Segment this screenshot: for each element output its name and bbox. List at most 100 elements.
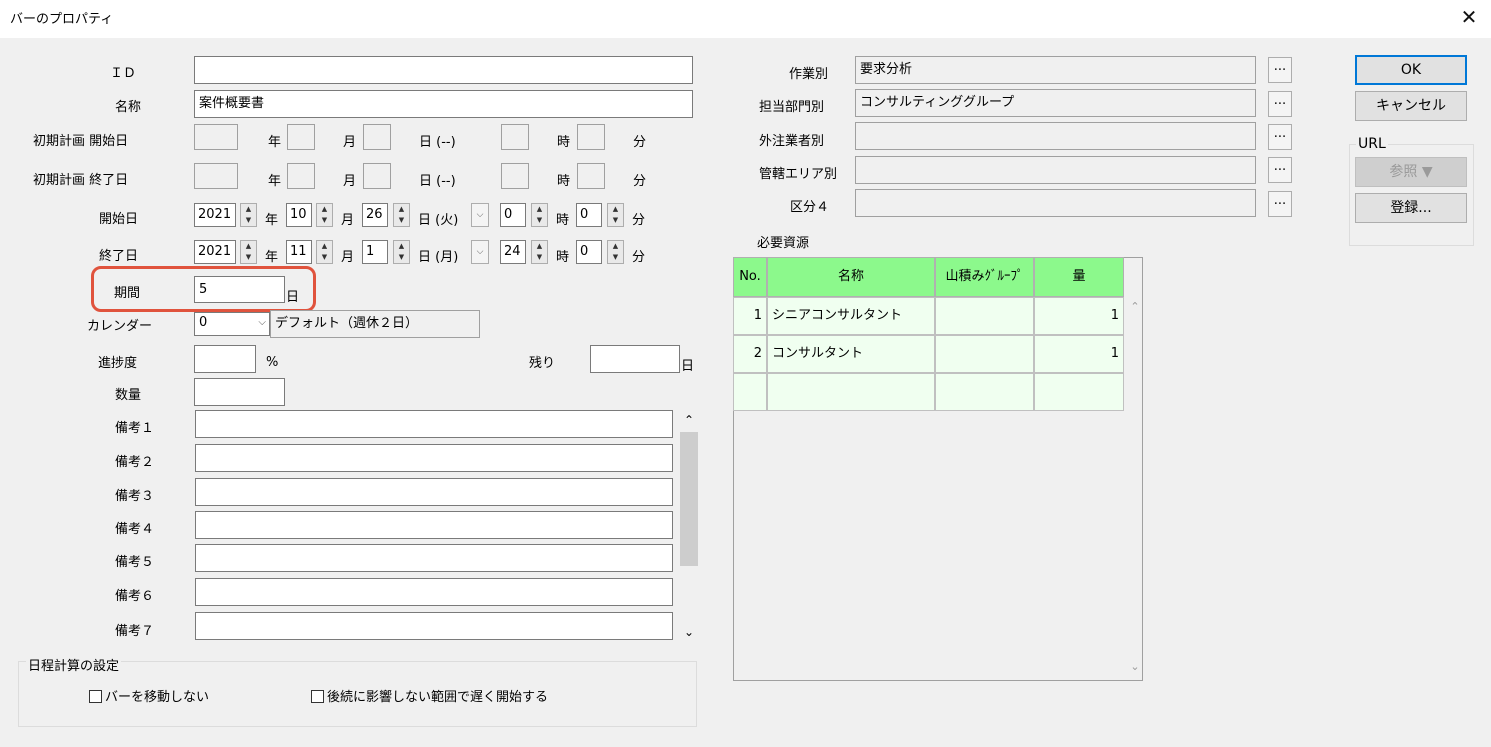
no-move-label: バーを移動しない bbox=[105, 690, 210, 705]
note4-input[interactable] bbox=[195, 511, 673, 539]
end-day-spinner[interactable]: ▲ ▼ bbox=[393, 240, 410, 264]
grid-header-qty[interactable]: 量 bbox=[1034, 257, 1124, 297]
id-field[interactable] bbox=[194, 56, 693, 84]
start-day-input[interactable]: 26 bbox=[362, 203, 388, 227]
end-minute-spinner[interactable]: ▲ ▼ bbox=[607, 240, 624, 264]
minute-unit: 分 bbox=[633, 174, 647, 189]
grid-cell-group[interactable] bbox=[935, 335, 1034, 373]
grid-header-no[interactable]: No. bbox=[733, 257, 767, 297]
start-minute-spinner[interactable]: ▲ ▼ bbox=[607, 203, 624, 227]
id-label: ＩＤ bbox=[110, 66, 137, 81]
grid-cell-group[interactable] bbox=[935, 297, 1034, 335]
end-year-spinner[interactable]: ▲ ▼ bbox=[240, 240, 257, 264]
end-minute-input[interactable]: 0 bbox=[576, 240, 602, 264]
note7-label: 備考７ bbox=[115, 624, 155, 639]
progress-label: 進捗度 bbox=[98, 356, 138, 371]
late-start-checkbox[interactable]: 後続に影響しない範囲で遅く開始する bbox=[311, 686, 548, 705]
vendor-browse-button[interactable]: ... bbox=[1268, 124, 1292, 150]
dept-browse-button[interactable]: ... bbox=[1268, 91, 1292, 117]
end-day-input[interactable]: 1 bbox=[362, 240, 388, 264]
scroll-up-icon[interactable]: ⌃ bbox=[679, 410, 699, 430]
year-unit: 年 bbox=[268, 135, 282, 150]
init-start-hour bbox=[501, 124, 529, 150]
start-year-input[interactable]: 2021 bbox=[194, 203, 236, 227]
remaining-input[interactable] bbox=[590, 345, 680, 373]
note7-input[interactable] bbox=[195, 612, 673, 640]
init-end-month bbox=[287, 163, 315, 189]
url-group-title: URL bbox=[1356, 136, 1388, 152]
cancel-button[interactable]: キャンセル bbox=[1355, 91, 1467, 121]
vendor-field bbox=[855, 122, 1256, 150]
start-year-spinner[interactable]: ▲ ▼ bbox=[240, 203, 257, 227]
month-unit: 月 bbox=[341, 250, 355, 265]
calendar-select[interactable]: 0 ⌵ bbox=[194, 312, 270, 336]
period-input[interactable]: 5 bbox=[194, 276, 285, 303]
month-unit: 月 bbox=[343, 135, 357, 150]
end-hour-input[interactable]: 24 bbox=[500, 240, 526, 264]
browse-button[interactable]: 参照 ▼ bbox=[1355, 157, 1467, 187]
class4-browse-button[interactable]: ... bbox=[1268, 191, 1292, 217]
calendar-label: カレンダー bbox=[87, 319, 153, 334]
late-start-label: 後続に影響しない範囲で遅く開始する bbox=[327, 690, 549, 705]
start-month-spinner[interactable]: ▲ ▼ bbox=[316, 203, 333, 227]
grid-scroll-up-icon[interactable]: ⌃ bbox=[1127, 300, 1143, 314]
start-day-spinner[interactable]: ▲ ▼ bbox=[393, 203, 410, 227]
quantity-input[interactable] bbox=[194, 378, 285, 406]
start-date-picker-button[interactable]: ⌵ bbox=[471, 203, 489, 227]
end-month-spinner[interactable]: ▲ ▼ bbox=[316, 240, 333, 264]
vendor-label: 外注業者別 bbox=[759, 134, 825, 149]
work-type-browse-button[interactable]: ... bbox=[1268, 57, 1292, 83]
note3-input[interactable] bbox=[195, 478, 673, 506]
month-unit: 月 bbox=[343, 174, 357, 189]
hour-unit: 時 bbox=[557, 174, 571, 189]
init-start-day bbox=[363, 124, 391, 150]
grid-header-name[interactable]: 名称 bbox=[767, 257, 935, 297]
grid-cell-no[interactable] bbox=[733, 373, 767, 411]
scroll-thumb[interactable] bbox=[680, 432, 698, 566]
grid-cell-qty[interactable] bbox=[1034, 373, 1124, 411]
note2-input[interactable] bbox=[195, 444, 673, 472]
grid-scroll-down-icon[interactable]: ⌄ bbox=[1127, 660, 1143, 674]
start-hour-spinner[interactable]: ▲ ▼ bbox=[531, 203, 548, 227]
grid-cell-name[interactable]: シニアコンサルタント bbox=[767, 297, 935, 335]
end-month-input[interactable]: 11 bbox=[286, 240, 312, 264]
end-year-input[interactable]: 2021 bbox=[194, 240, 236, 264]
quantity-label: 数量 bbox=[115, 388, 142, 403]
grid-cell-name[interactable]: コンサルタント bbox=[767, 335, 935, 373]
checkbox-icon bbox=[89, 690, 102, 703]
note3-label: 備考３ bbox=[115, 489, 155, 504]
calendar-number: 0 bbox=[199, 315, 208, 330]
close-icon[interactable]: ✕ bbox=[1454, 4, 1484, 30]
grid-header-group[interactable]: 山積みｸﾞﾙｰﾌﾟ bbox=[935, 257, 1034, 297]
day-unit: 日 (--) bbox=[419, 174, 456, 189]
ok-button[interactable]: OK bbox=[1355, 55, 1467, 85]
grid-cell-no[interactable]: 1 bbox=[733, 297, 767, 335]
note1-label: 備考１ bbox=[115, 421, 155, 436]
init-start-minute bbox=[577, 124, 605, 150]
title-bar bbox=[0, 0, 1491, 38]
note5-input[interactable] bbox=[195, 544, 673, 572]
notes-scrollbar[interactable]: ⌃ ⌄ bbox=[679, 410, 699, 642]
register-button[interactable]: 登録... bbox=[1355, 193, 1467, 223]
scroll-down-icon[interactable]: ⌄ bbox=[679, 622, 699, 642]
start-month-input[interactable]: 10 bbox=[286, 203, 312, 227]
grid-cell-no[interactable]: 2 bbox=[733, 335, 767, 373]
name-field[interactable]: 案件概要書 bbox=[194, 90, 693, 118]
grid-cell-qty[interactable]: 1 bbox=[1034, 297, 1124, 335]
work-type-label: 作業別 bbox=[789, 67, 829, 82]
end-date-picker-button[interactable]: ⌵ bbox=[471, 240, 489, 264]
no-move-checkbox[interactable]: バーを移動しない bbox=[89, 686, 209, 705]
init-start-year bbox=[194, 124, 238, 150]
note6-input[interactable] bbox=[195, 578, 673, 606]
end-hour-spinner[interactable]: ▲ ▼ bbox=[531, 240, 548, 264]
area-browse-button[interactable]: ... bbox=[1268, 157, 1292, 183]
grid-cell-name[interactable] bbox=[767, 373, 935, 411]
grid-cell-group[interactable] bbox=[935, 373, 1034, 411]
start-minute-input[interactable]: 0 bbox=[576, 203, 602, 227]
period-unit: 日 bbox=[286, 290, 300, 305]
start-hour-input[interactable]: 0 bbox=[500, 203, 526, 227]
progress-input[interactable] bbox=[194, 345, 256, 373]
init-start-label: 初期計画 開始日 bbox=[33, 134, 129, 149]
note1-input[interactable] bbox=[195, 410, 673, 438]
grid-cell-qty[interactable]: 1 bbox=[1034, 335, 1124, 373]
